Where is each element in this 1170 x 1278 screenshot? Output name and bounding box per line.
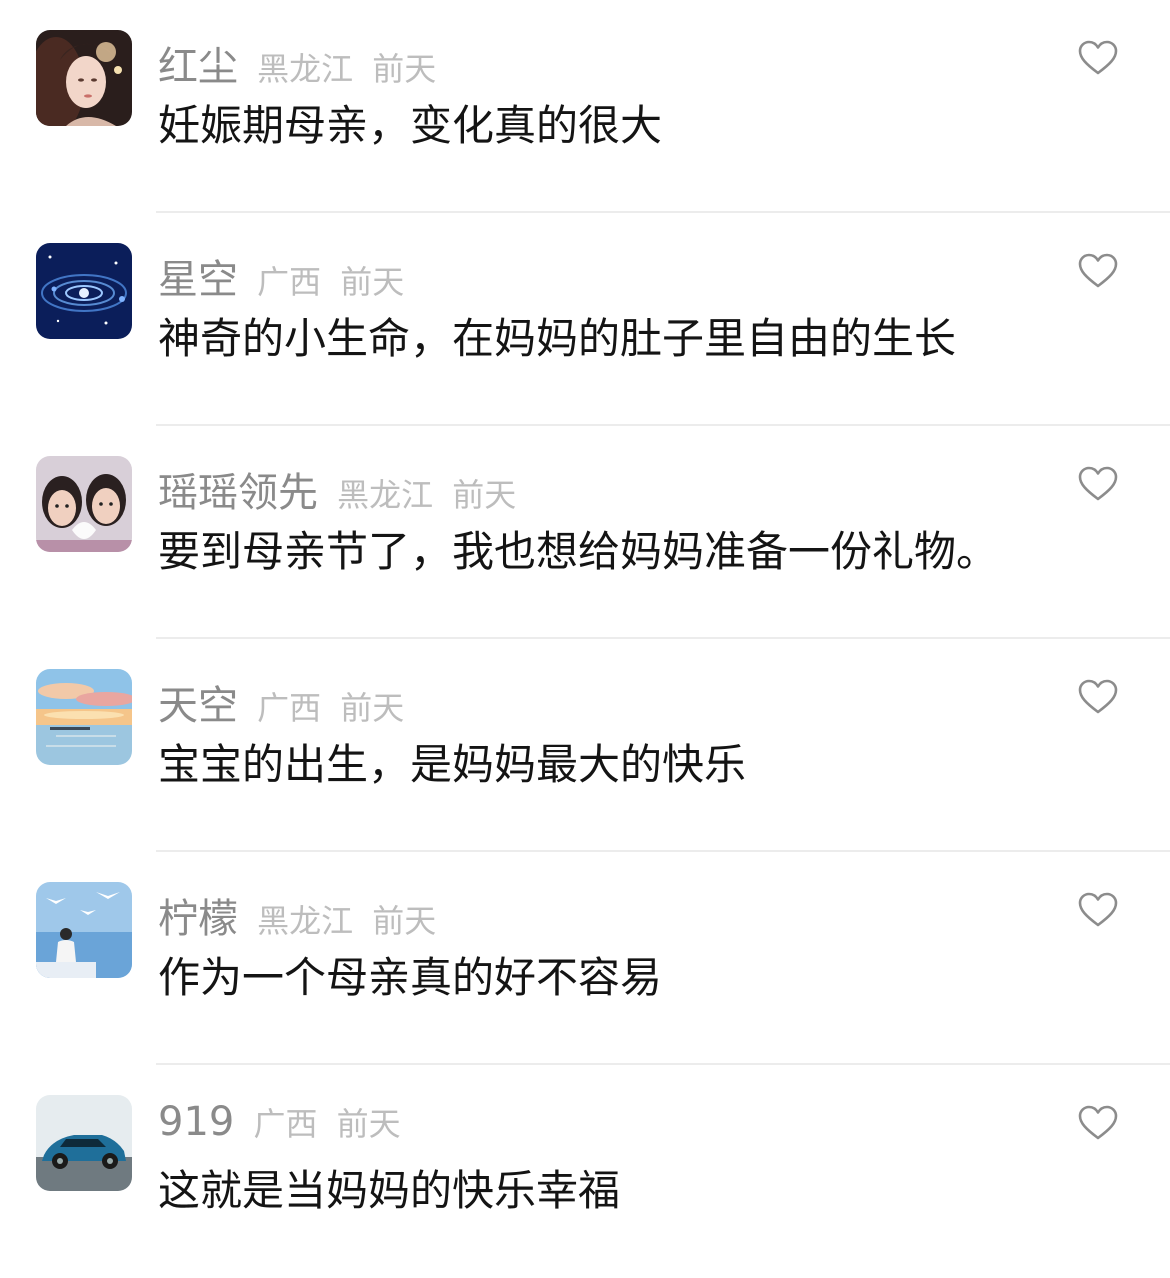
comment-item: 红尘 黑龙江 前天 妊娠期母亲，变化真的很大: [0, 0, 1170, 213]
heart-outline-icon: [1078, 1105, 1118, 1140]
timestamp: 前天: [372, 902, 437, 940]
username[interactable]: 红尘: [158, 44, 238, 90]
comment-meta: 天空 广西 前天: [158, 673, 404, 729]
comment-meta: 919 广西 前天: [158, 1099, 401, 1149]
comment-item: 柠檬 黑龙江 前天 作为一个母亲真的好不容易: [0, 852, 1170, 1065]
location: 黑龙江: [257, 50, 354, 88]
timestamp: 前天: [340, 689, 405, 727]
comment-item: 瑶瑶领先 黑龙江 前天 要到母亲节了，我也想给妈妈准备一份礼物。: [0, 426, 1170, 639]
location: 广西: [257, 263, 322, 301]
comment-text: 宝宝的出生，是妈妈最大的快乐: [158, 740, 747, 789]
comment-meta: 瑶瑶领先 黑龙江 前天: [158, 460, 516, 516]
comment-text: 要到母亲节了，我也想给妈妈准备一份礼物。: [158, 527, 999, 576]
heart-outline-icon: [1078, 679, 1118, 714]
username[interactable]: 天空: [158, 683, 238, 729]
username[interactable]: 星空: [158, 257, 238, 303]
girl-with-birds-avatar: [36, 882, 132, 978]
location: 黑龙江: [257, 902, 354, 940]
avatar[interactable]: [36, 1095, 132, 1191]
two-girls-avatar: [36, 456, 132, 552]
username[interactable]: 919: [158, 1099, 234, 1145]
username[interactable]: 柠檬: [158, 896, 238, 942]
comment-text: 神奇的小生命，在妈妈的肚子里自由的生长: [158, 314, 957, 363]
location: 广西: [257, 689, 322, 727]
like-button[interactable]: [1078, 1105, 1118, 1141]
blue-car-avatar: [36, 1095, 132, 1191]
location: 广西: [253, 1105, 318, 1143]
like-button[interactable]: [1078, 679, 1118, 715]
like-button[interactable]: [1078, 892, 1118, 928]
avatar[interactable]: [36, 882, 132, 978]
woman-portrait-avatar: [36, 30, 132, 126]
heart-outline-icon: [1078, 892, 1118, 927]
comment-meta: 柠檬 黑龙江 前天: [158, 886, 436, 942]
comment-item: 天空 广西 前天 宝宝的出生，是妈妈最大的快乐: [0, 639, 1170, 852]
comment-text: 妊娠期母亲，变化真的很大: [158, 101, 663, 150]
timestamp: 前天: [340, 263, 405, 301]
galaxy-avatar: [36, 243, 132, 339]
heart-outline-icon: [1078, 40, 1118, 75]
comment-meta: 红尘 黑龙江 前天: [158, 34, 436, 90]
like-button[interactable]: [1078, 40, 1118, 76]
sunset-sea-avatar: [36, 669, 132, 765]
like-button[interactable]: [1078, 466, 1118, 502]
timestamp: 前天: [452, 476, 517, 514]
comment-item: 星空 广西 前天 神奇的小生命，在妈妈的肚子里自由的生长: [0, 213, 1170, 426]
avatar[interactable]: [36, 243, 132, 339]
location: 黑龙江: [337, 476, 434, 514]
comment-text: 这就是当妈妈的快乐幸福: [158, 1166, 621, 1215]
heart-outline-icon: [1078, 253, 1118, 288]
avatar[interactable]: [36, 669, 132, 765]
timestamp: 前天: [372, 50, 437, 88]
comment-item: 919 广西 前天 这就是当妈妈的快乐幸福: [0, 1065, 1170, 1278]
heart-outline-icon: [1078, 466, 1118, 501]
like-button[interactable]: [1078, 253, 1118, 289]
avatar[interactable]: [36, 456, 132, 552]
avatar[interactable]: [36, 30, 132, 126]
timestamp: 前天: [336, 1105, 401, 1143]
comment-text: 作为一个母亲真的好不容易: [158, 953, 663, 1002]
comment-list: 红尘 黑龙江 前天 妊娠期母亲，变化真的很大 星空 广西 前天 神奇的小生命，在…: [0, 0, 1170, 1254]
username[interactable]: 瑶瑶领先: [158, 470, 318, 516]
comment-meta: 星空 广西 前天: [158, 247, 404, 303]
